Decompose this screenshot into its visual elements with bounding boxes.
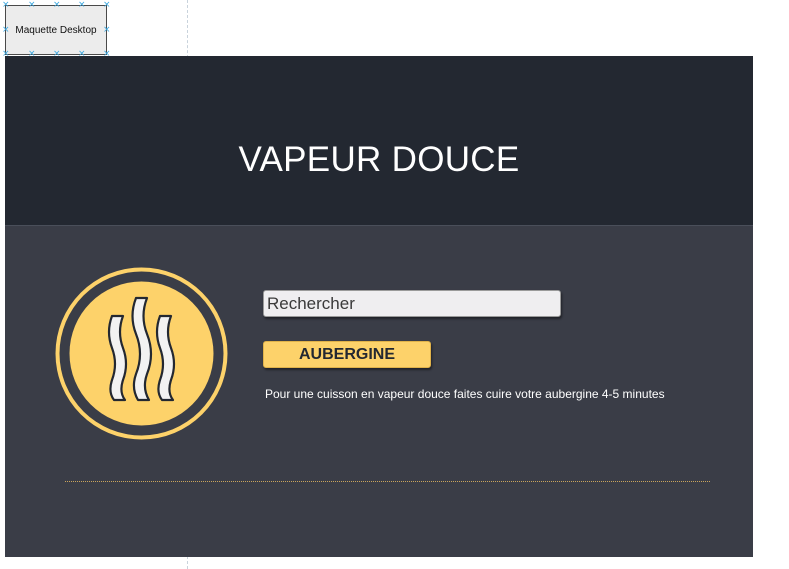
- page-header: VAPEUR DOUCE: [5, 56, 753, 226]
- resize-handle-icon[interactable]: ×: [103, 1, 111, 10]
- aubergine-button-label: AUBERGINE: [298, 345, 395, 363]
- page-title: VAPEUR DOUCE: [238, 140, 520, 179]
- section-divider: [65, 481, 710, 482]
- resize-handle-icon[interactable]: ×: [2, 1, 10, 10]
- steam-icon: [55, 267, 228, 440]
- resize-handle-icon[interactable]: ×: [2, 26, 10, 35]
- search-input[interactable]: [263, 290, 561, 317]
- desktop-artboard: VAPEUR DOUCE AUBERGINE Pour une cuisson …: [5, 56, 753, 557]
- resize-handle-icon[interactable]: ×: [53, 1, 61, 10]
- resize-handle-icon[interactable]: ×: [103, 26, 111, 35]
- resize-handle-icon[interactable]: ×: [78, 1, 86, 10]
- cooking-description: Pour une cuisson en vapeur douce faites …: [265, 387, 665, 401]
- artboard-label[interactable]: Maquette Desktop × × × × × × × × × × × ×: [2, 1, 111, 59]
- resize-handle-icon[interactable]: ×: [28, 1, 36, 10]
- artboard-label-text: Maquette Desktop: [15, 24, 97, 36]
- aubergine-button[interactable]: AUBERGINE: [263, 341, 431, 368]
